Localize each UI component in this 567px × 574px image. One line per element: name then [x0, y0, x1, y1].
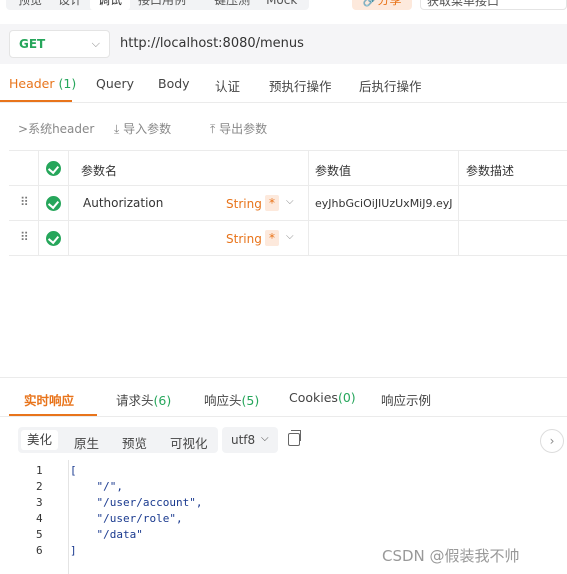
- tab-debug[interactable]: 调试: [90, 0, 131, 10]
- select-all-check-icon[interactable]: [46, 161, 61, 176]
- chevron-down-icon[interactable]: ⌵: [286, 196, 294, 207]
- chevron-right-icon[interactable]: ›: [540, 429, 564, 453]
- table-row: ⠿ Authorization String * ⌵ eyJhbGciOiJIU…: [9, 186, 567, 221]
- tab-query[interactable]: Query: [96, 76, 134, 91]
- tab-pre-ops[interactable]: 预执行操作: [269, 76, 332, 95]
- req-headers-label: 请求头: [116, 393, 154, 408]
- active-response-tab-indicator: [9, 414, 97, 416]
- code-line: "/user/role",: [70, 512, 183, 525]
- encoding-label: utf8: [231, 433, 256, 447]
- tab-post-ops[interactable]: 后执行操作: [359, 76, 422, 95]
- params-table: 参数名 参数值 参数描述 ⠿ Authorization String * ⌵ …: [9, 150, 567, 256]
- required-marker[interactable]: *: [265, 195, 279, 211]
- system-header-label: 系统header: [28, 122, 95, 136]
- table-row: ⠿ String * ⌵: [9, 221, 567, 256]
- tab-response-headers[interactable]: 响应头(5): [204, 390, 259, 409]
- export-params-button[interactable]: ⤒ 导出参数: [210, 120, 267, 137]
- chevron-right-icon: >: [18, 122, 29, 136]
- chevron-down-icon: ⌵: [261, 433, 269, 444]
- request-tabs: Header (1) Query Body 认证 预执行操作 后执行操作: [0, 64, 567, 103]
- line-number: 1: [36, 464, 43, 477]
- tab-body[interactable]: Body: [158, 76, 190, 91]
- visualize-button[interactable]: 可视化: [170, 433, 208, 452]
- cookies-count: (0): [337, 390, 356, 405]
- url-bar: GET ⌵ http://localhost:8080/menus: [0, 24, 567, 64]
- tab-header-count: (1): [58, 76, 77, 91]
- tab-realtime-response[interactable]: 实时响应: [24, 390, 74, 409]
- line-number: 6: [36, 544, 43, 557]
- code-line: [: [70, 464, 77, 477]
- view-mode-tabs: 预览 设计 调试 接口用例 一键压测 Mock: [6, 0, 310, 10]
- header-param-name: 参数名: [81, 164, 118, 178]
- line-number-gutter: 1 2 3 4 5 6: [0, 460, 69, 574]
- param-desc-input[interactable]: [459, 186, 567, 221]
- code-line: "/data": [70, 528, 143, 541]
- top-tab-strip: 预览 设计 调试 接口用例 一键压测 Mock 🔗分享 获取菜单接口: [0, 0, 567, 16]
- line-number: 5: [36, 528, 43, 541]
- cookies-label: Cookies: [289, 390, 338, 405]
- line-number: 3: [36, 496, 43, 509]
- tab-response-example[interactable]: 响应示例: [381, 390, 431, 409]
- preview-button[interactable]: 预览: [122, 433, 147, 452]
- chevron-down-icon: ⌵: [91, 37, 100, 50]
- response-tabs: 实时响应 请求头(6) 响应头(5) Cookies(0) 响应示例: [0, 377, 567, 417]
- required-marker[interactable]: *: [265, 230, 279, 246]
- tab-header[interactable]: Header (1): [9, 76, 76, 91]
- row-check-icon[interactable]: [46, 196, 61, 211]
- param-name-input[interactable]: Authorization: [83, 196, 163, 210]
- drag-handle-icon[interactable]: ⠿: [20, 231, 29, 243]
- export-label: 导出参数: [219, 122, 268, 136]
- tab-stress-test[interactable]: 一键压测: [194, 0, 258, 10]
- param-type-select[interactable]: String: [226, 197, 262, 211]
- tab-api-cases[interactable]: 接口用例: [130, 0, 194, 10]
- import-label: 导入参数: [123, 122, 172, 136]
- response-view-modes: 美化 原生 预览 可视化: [18, 427, 218, 453]
- tab-header-label: Header: [9, 76, 55, 91]
- method-select[interactable]: GET ⌵: [9, 30, 110, 58]
- raw-button[interactable]: 原生: [74, 433, 99, 452]
- download-icon: ⤓: [114, 122, 120, 136]
- row-check-icon[interactable]: [46, 231, 61, 246]
- params-toolbar: >系统header ⤓ 导入参数 ⤒ 导出参数: [0, 113, 567, 141]
- drag-handle-icon[interactable]: ⠿: [20, 196, 29, 208]
- param-value-input[interactable]: eyJhbGciOiJIUzUxMiJ9.eyJ: [315, 197, 457, 210]
- param-desc-input[interactable]: [459, 221, 567, 256]
- url-input[interactable]: http://localhost:8080/menus: [120, 36, 304, 51]
- code-line: "/",: [70, 480, 123, 493]
- header-param-value: 参数值: [315, 164, 352, 178]
- resp-headers-label: 响应头: [204, 393, 242, 408]
- code-line: "/user/account",: [70, 496, 203, 509]
- table-header-row: 参数名 参数值 参数描述: [9, 151, 567, 186]
- active-tab-indicator: [0, 100, 72, 102]
- resp-headers-count: (5): [241, 393, 260, 408]
- param-type-select[interactable]: String: [226, 232, 262, 246]
- tab-design[interactable]: 设计: [50, 0, 90, 10]
- tab-auth[interactable]: 认证: [215, 76, 240, 95]
- line-number: 4: [36, 512, 43, 525]
- method-label: GET: [19, 37, 46, 51]
- tab-preview[interactable]: 预览: [10, 0, 50, 10]
- tab-request-headers[interactable]: 请求头(6): [116, 390, 171, 409]
- tab-mock[interactable]: Mock: [258, 0, 305, 10]
- share-button[interactable]: 🔗分享: [352, 0, 412, 10]
- api-name-field[interactable]: 获取菜单接口: [420, 0, 567, 10]
- encoding-select[interactable]: utf8 ⌵: [222, 427, 278, 453]
- system-header-toggle[interactable]: >系统header: [18, 120, 94, 137]
- param-value-input[interactable]: [309, 221, 459, 256]
- upload-icon: ⤒: [210, 122, 216, 136]
- beautify-button[interactable]: 美化: [21, 430, 59, 450]
- req-headers-count: (6): [153, 393, 172, 408]
- copy-icon[interactable]: [288, 430, 301, 446]
- line-number: 2: [36, 480, 43, 493]
- watermark: CSDN @假装我不帅: [382, 547, 520, 565]
- header-param-desc: 参数描述: [466, 164, 515, 178]
- import-params-button[interactable]: ⤓ 导入参数: [114, 120, 171, 137]
- code-line: ]: [70, 544, 77, 557]
- chevron-down-icon[interactable]: ⌵: [286, 231, 294, 242]
- tab-cookies[interactable]: Cookies(0): [289, 390, 356, 405]
